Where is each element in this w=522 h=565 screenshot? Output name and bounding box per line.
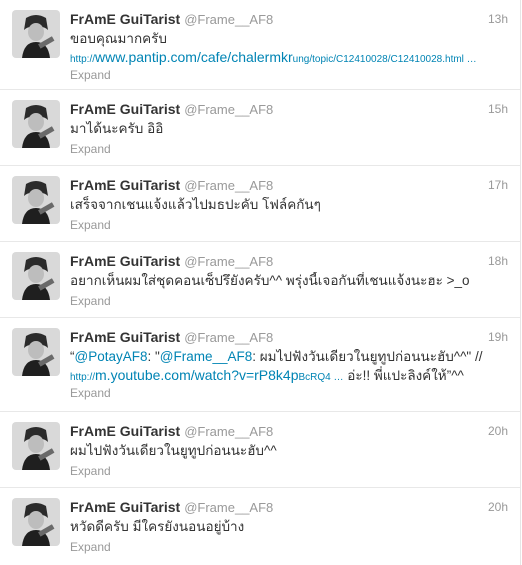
username[interactable]: @Frame__AF8: [184, 424, 273, 439]
tweet-header: FrAmE GuiTarist @Frame__AF8 19h: [70, 329, 510, 347]
expand-link[interactable]: Expand: [70, 540, 111, 554]
username[interactable]: @Frame__AF8: [184, 12, 273, 27]
link-tail[interactable]: ung/topic/C12410028/C12410028.html …: [293, 54, 477, 65]
tweet[interactable]: FrAmE GuiTarist @Frame__AF8 13h ขอบคุณมาก…: [0, 0, 520, 90]
mention-link[interactable]: @PotayAF8: [75, 349, 148, 364]
timestamp[interactable]: 17h: [488, 178, 508, 192]
timestamp[interactable]: 18h: [488, 254, 508, 268]
expand-link[interactable]: Expand: [70, 142, 111, 156]
avatar[interactable]: [12, 10, 60, 58]
fullname[interactable]: FrAmE GuiTarist: [70, 499, 180, 515]
after-link-text: อ่ะ!! พี่แปะลิงค์ให้”^^: [343, 368, 464, 383]
tweet-header: FrAmE GuiTarist @Frame__AF8 13h: [70, 11, 510, 29]
username[interactable]: @Frame__AF8: [184, 500, 273, 515]
quote-separator: : ": [147, 349, 160, 364]
avatar[interactable]: [12, 328, 60, 376]
tweet[interactable]: FrAmE GuiTarist @Frame__AF8 17h เสร็จจากเ…: [0, 166, 520, 242]
timestamp[interactable]: 20h: [488, 500, 508, 514]
avatar[interactable]: [12, 100, 60, 148]
username[interactable]: @Frame__AF8: [184, 102, 273, 117]
tweet-header: FrAmE GuiTarist @Frame__AF8 20h: [70, 423, 510, 441]
username[interactable]: @Frame__AF8: [184, 330, 273, 345]
avatar[interactable]: [12, 498, 60, 546]
tweet-text: ขอบคุณมากครับ http://www.pantip.com/cafe…: [70, 30, 508, 70]
timestamp[interactable]: 19h: [488, 330, 508, 344]
tweet-text: “@PotayAF8: "@Frame__AF8: ผมไปฟังวันเดีย…: [70, 348, 508, 388]
link-prefix[interactable]: http://: [70, 372, 95, 383]
avatar[interactable]: [12, 252, 60, 300]
fullname[interactable]: FrAmE GuiTarist: [70, 329, 180, 345]
timestamp[interactable]: 13h: [488, 12, 508, 26]
expand-link[interactable]: Expand: [70, 294, 111, 308]
tweet-text-line: http://m.youtube.com/watch?v=rP8k4pBcRQ4…: [70, 366, 508, 387]
link-main[interactable]: m.youtube.com/watch?v=rP8k4p: [95, 367, 299, 383]
timestamp[interactable]: 20h: [488, 424, 508, 438]
timestamp[interactable]: 15h: [488, 102, 508, 116]
fullname[interactable]: FrAmE GuiTarist: [70, 423, 180, 439]
username[interactable]: @Frame__AF8: [184, 254, 273, 269]
link-prefix[interactable]: http://: [70, 54, 95, 65]
expand-link[interactable]: Expand: [70, 386, 111, 400]
expand-link[interactable]: Expand: [70, 464, 111, 478]
tweet[interactable]: FrAmE GuiTarist @Frame__AF8 18h อยากเห็นผ…: [0, 242, 520, 318]
tweet-header: FrAmE GuiTarist @Frame__AF8 17h: [70, 177, 510, 195]
fullname[interactable]: FrAmE GuiTarist: [70, 101, 180, 117]
fullname[interactable]: FrAmE GuiTarist: [70, 253, 180, 269]
avatar[interactable]: [12, 176, 60, 224]
expand-link[interactable]: Expand: [70, 218, 111, 232]
tweet-text: ผมไปฟังวันเดียวในยูทูปก่อนนะฮับ^^: [70, 443, 277, 458]
tweet-text: เสร็จจากเชนแจ้งแล้วไปมธปะคับ โฟล์คกันๆ: [70, 197, 321, 212]
tweet-text: อยากเห็นผมใส่ชุดคอนเซ็ปรึยังครับ^^ พรุ่ง…: [70, 273, 470, 288]
tweet-stream: FrAmE GuiTarist @Frame__AF8 13h ขอบคุณมาก…: [0, 0, 521, 565]
tweet-header: FrAmE GuiTarist @Frame__AF8 20h: [70, 499, 510, 517]
tweet-link[interactable]: http://www.pantip.com/cafe/chalermkrung/…: [70, 48, 508, 69]
tweet-header: FrAmE GuiTarist @Frame__AF8 18h: [70, 253, 510, 271]
link-main[interactable]: www.pantip.com/cafe/chalermkr: [95, 49, 293, 65]
mention-link[interactable]: @Frame__AF8: [160, 349, 252, 364]
tweet[interactable]: FrAmE GuiTarist @Frame__AF8 19h “@PotayAF…: [0, 318, 520, 412]
tweet[interactable]: FrAmE GuiTarist @Frame__AF8 20h ผมไปฟังวั…: [0, 412, 520, 488]
expand-link[interactable]: Expand: [70, 68, 111, 82]
fullname[interactable]: FrAmE GuiTarist: [70, 177, 180, 193]
tweet-text-line: ขอบคุณมากครับ: [70, 31, 167, 46]
tweet-text-line: “@PotayAF8: "@Frame__AF8: ผมไปฟังวันเดีย…: [70, 348, 508, 366]
avatar[interactable]: [12, 422, 60, 470]
tweet[interactable]: FrAmE GuiTarist @Frame__AF8 15h มาได้นะคร…: [0, 90, 520, 166]
tweet[interactable]: FrAmE GuiTarist @Frame__AF8 20h หวัดดีครั…: [0, 488, 520, 565]
username[interactable]: @Frame__AF8: [184, 178, 273, 193]
tweet-text: หวัดดีครับ มีใครยังนอนอยู่บ้าง: [70, 519, 245, 534]
link-tail[interactable]: BcRQ4 …: [299, 372, 344, 383]
tweet-text: มาได้นะครับ อิอิ: [70, 121, 164, 136]
quote-text: : ผมไปฟังวันเดียวในยูทูปก่อนนะฮับ^^" //: [252, 349, 483, 364]
fullname[interactable]: FrAmE GuiTarist: [70, 11, 180, 27]
tweet-header: FrAmE GuiTarist @Frame__AF8 15h: [70, 101, 510, 119]
